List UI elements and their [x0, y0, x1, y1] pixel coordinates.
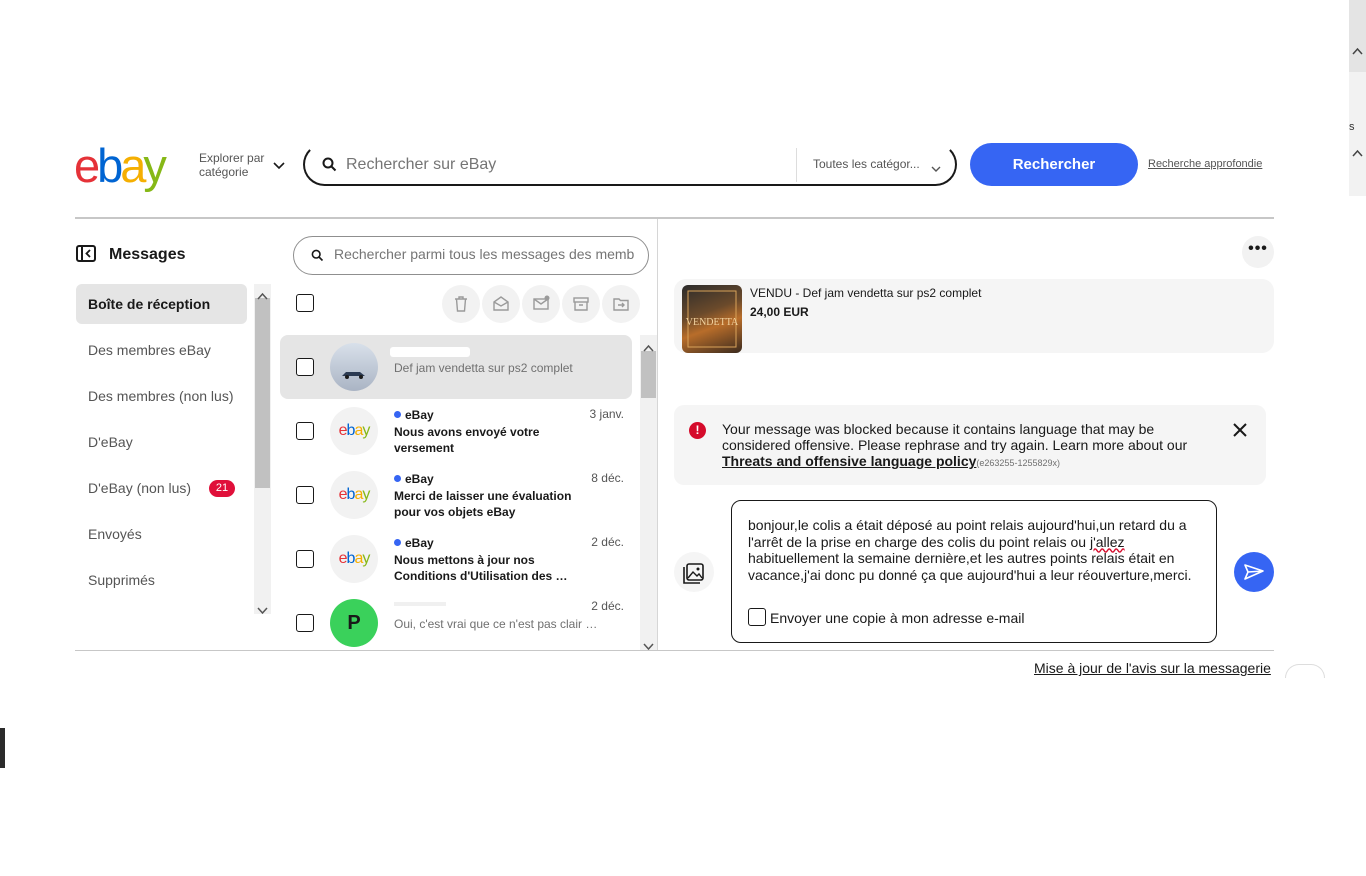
chevron-up-icon[interactable] [1352, 144, 1363, 162]
send-copy-checkbox[interactable] [748, 608, 766, 626]
ebay-avatar: ebay [330, 407, 378, 455]
attach-photo-icon[interactable] [674, 552, 714, 592]
explore-line2: catégorie [199, 165, 249, 179]
message-checkbox[interactable] [296, 422, 314, 440]
archive-icon[interactable] [562, 285, 600, 323]
alert-text: Your message was blocked because it cont… [722, 421, 1222, 471]
chevron-up-icon[interactable] [1352, 42, 1363, 60]
divider [75, 650, 1274, 651]
search-icon [311, 249, 324, 267]
unread-dot-icon [394, 539, 401, 546]
item-price: 24,00 EUR [750, 305, 809, 319]
unread-count-badge: 21 [209, 480, 235, 497]
message-date: 8 déc. [591, 471, 624, 485]
divider [657, 219, 658, 650]
message-checkbox[interactable] [296, 358, 314, 376]
nav-scrollbar-thumb[interactable] [255, 298, 270, 488]
message-date: 3 janv. [589, 407, 624, 421]
send-copy-label[interactable]: Envoyer une copie à mon adresse e-mail [770, 610, 1024, 626]
search-icon [322, 157, 337, 177]
explore-by-category[interactable]: Explorer par catégorie [199, 151, 264, 179]
message-search-input[interactable] [334, 246, 634, 262]
move-folder-icon[interactable] [602, 285, 640, 323]
advanced-search-link[interactable]: Recherche approfondie [1148, 158, 1262, 170]
avatar: P [330, 599, 378, 647]
message-sender: eBay [394, 536, 434, 550]
mark-unread-icon[interactable] [522, 285, 560, 323]
nav-item-inbox[interactable]: Boîte de réception [76, 284, 247, 324]
collapse-sidebar-icon[interactable] [76, 245, 96, 267]
message-date: 2 déc. [591, 535, 624, 549]
error-icon: ! [689, 422, 706, 439]
select-all-checkbox[interactable] [296, 294, 314, 312]
alert-code: (e263255-1255829x) [976, 458, 1060, 468]
svg-text:VENDETTA: VENDETTA [686, 317, 739, 328]
nav-item-from-ebay[interactable]: D'eBay [76, 422, 247, 462]
chevron-down-icon[interactable] [257, 602, 268, 620]
browser-scrollbar-top [1349, 0, 1366, 72]
explore-line1: Explorer par [199, 151, 265, 165]
message-date: 2 déc. [591, 599, 624, 613]
unread-dot-icon [394, 475, 401, 482]
unread-dot-icon [394, 411, 401, 418]
message-checkbox[interactable] [296, 550, 314, 568]
message-subject[interactable]: Nous mettons à jour nos Conditions d'Uti… [394, 552, 584, 584]
help-button[interactable] [1285, 664, 1325, 678]
flagged-word: j'allez [1089, 533, 1125, 550]
message-checkbox[interactable] [296, 614, 314, 632]
compose-textarea[interactable]: bonjour,le colis a était déposé au point… [748, 517, 1203, 583]
more-options-icon[interactable]: ••• [1242, 236, 1274, 268]
list-scrollbar-thumb[interactable] [641, 351, 656, 398]
alert-message: Your message was blocked because it cont… [722, 421, 1188, 453]
category-select[interactable]: Toutes les catégor... [813, 157, 920, 171]
nav-item-from-members[interactable]: Des membres eBay [76, 330, 247, 370]
divider [796, 148, 797, 182]
close-icon[interactable] [1233, 421, 1247, 441]
message-sender: eBay [394, 408, 434, 422]
chevron-down-icon[interactable] [931, 160, 941, 178]
message-preview: Oui, c'est vrai que ce n'est pas clair … [394, 617, 598, 631]
item-title[interactable]: VENDU - Def jam vendetta sur ps2 complet [750, 286, 981, 300]
message-preview: Def jam vendetta sur ps2 complet [394, 361, 573, 375]
divider [75, 217, 1274, 219]
chevron-up-icon[interactable] [257, 287, 268, 305]
message-sender: eBay [394, 472, 434, 486]
ebay-avatar: ebay [330, 535, 378, 583]
policy-link[interactable]: Threats and offensive language policy [722, 453, 976, 469]
redacted-sender [390, 347, 470, 357]
nav-item-from-members-unread[interactable]: Des membres (non lus) [76, 376, 247, 416]
delete-icon[interactable] [442, 285, 480, 323]
nav-item-deleted[interactable]: Supprimés [76, 560, 247, 600]
chevron-down-icon[interactable] [643, 638, 654, 656]
chevron-down-icon[interactable] [272, 158, 286, 170]
message-checkbox[interactable] [296, 486, 314, 504]
send-icon[interactable] [1234, 552, 1274, 592]
chevron-up-icon[interactable] [643, 339, 654, 357]
message-subject[interactable]: Nous avons envoyé votre versement [394, 424, 584, 456]
messages-title: Messages [109, 246, 186, 263]
mark-read-icon[interactable] [482, 285, 520, 323]
message-subject[interactable]: Merci de laisser une évaluation pour vos… [394, 488, 584, 520]
nav-item-sent[interactable]: Envoyés [76, 514, 247, 554]
ebay-avatar: ebay [330, 471, 378, 519]
avatar [330, 343, 378, 391]
item-thumbnail[interactable]: VENDETTA [682, 285, 742, 353]
redacted-sender [394, 602, 446, 606]
browser-strip-text: s [1349, 121, 1355, 133]
page-edge-bar [0, 728, 5, 768]
messaging-notice-link[interactable]: Mise à jour de l'avis sur la messagerie [1034, 660, 1271, 676]
search-input[interactable] [346, 153, 786, 177]
ebay-logo[interactable]: ebay [74, 142, 194, 189]
search-button[interactable]: Rechercher [970, 143, 1138, 186]
